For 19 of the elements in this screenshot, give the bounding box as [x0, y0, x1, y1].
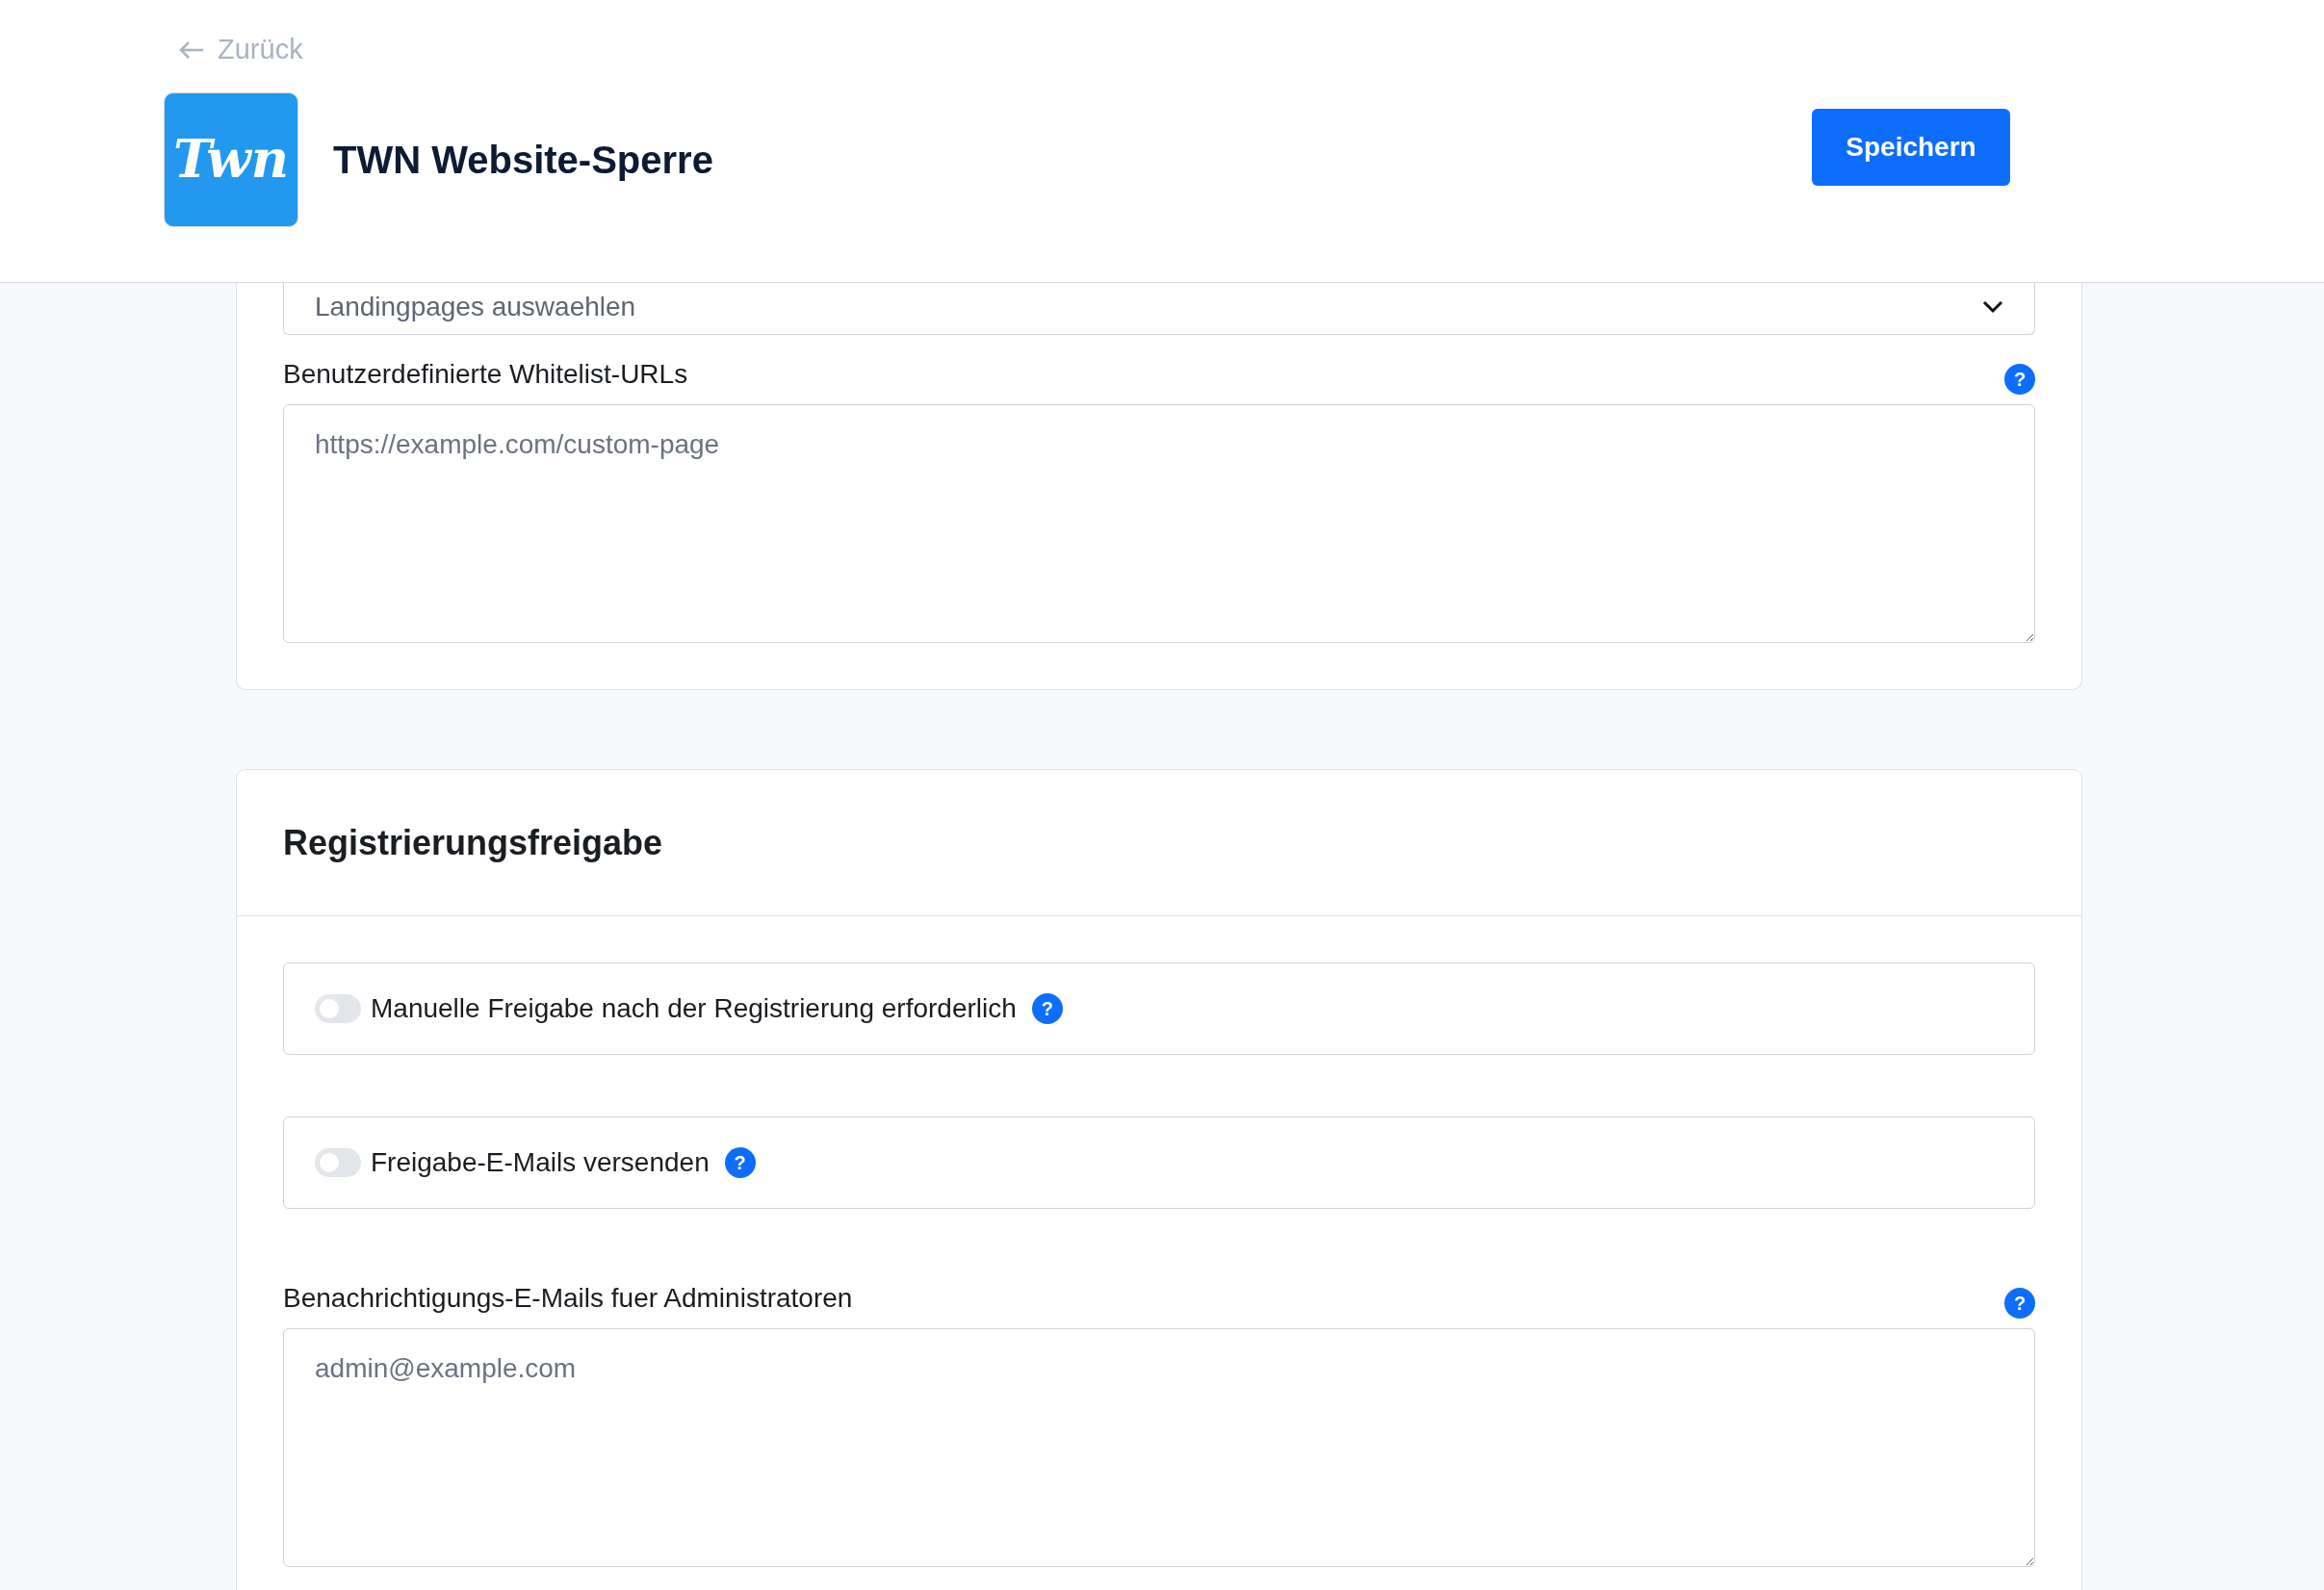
toggle-label: Freigabe-E-Mails versenden: [371, 1146, 710, 1179]
field-label: Benachrichtigungs-E-Mails fuer Administratoren: [283, 1282, 853, 1315]
help-icon[interactable]: ?: [2004, 1288, 2035, 1319]
app-logo: Twn: [164, 91, 298, 227]
page-title: TWN Website-Sperre: [333, 137, 713, 183]
toggle-switch[interactable]: [315, 994, 361, 1023]
toggle-switch[interactable]: [315, 1148, 361, 1177]
toggle-label: Manuelle Freigabe nach der Registrierung erforderlich: [371, 992, 1017, 1025]
chevron-down-icon: [1982, 299, 2003, 314]
email-textarea[interactable]: admin@example.com: [283, 1328, 2035, 1567]
help-icon[interactable]: ?: [2004, 364, 2035, 395]
save-button[interactable]: Speichern: [1812, 108, 2010, 186]
back-arrow-icon: [179, 39, 204, 60]
url-textarea[interactable]: https://example.com/custom-page: [283, 404, 2035, 643]
field-label: Benutzerdefinierte Whitelist-URLs: [283, 358, 688, 391]
help-icon[interactable]: ?: [724, 1147, 756, 1178]
select-field[interactable]: Landingpages auswaehlen: [283, 283, 2035, 335]
help-icon[interactable]: ?: [1031, 993, 1063, 1024]
card-title: Registrierungsfreigabe: [237, 770, 2081, 916]
